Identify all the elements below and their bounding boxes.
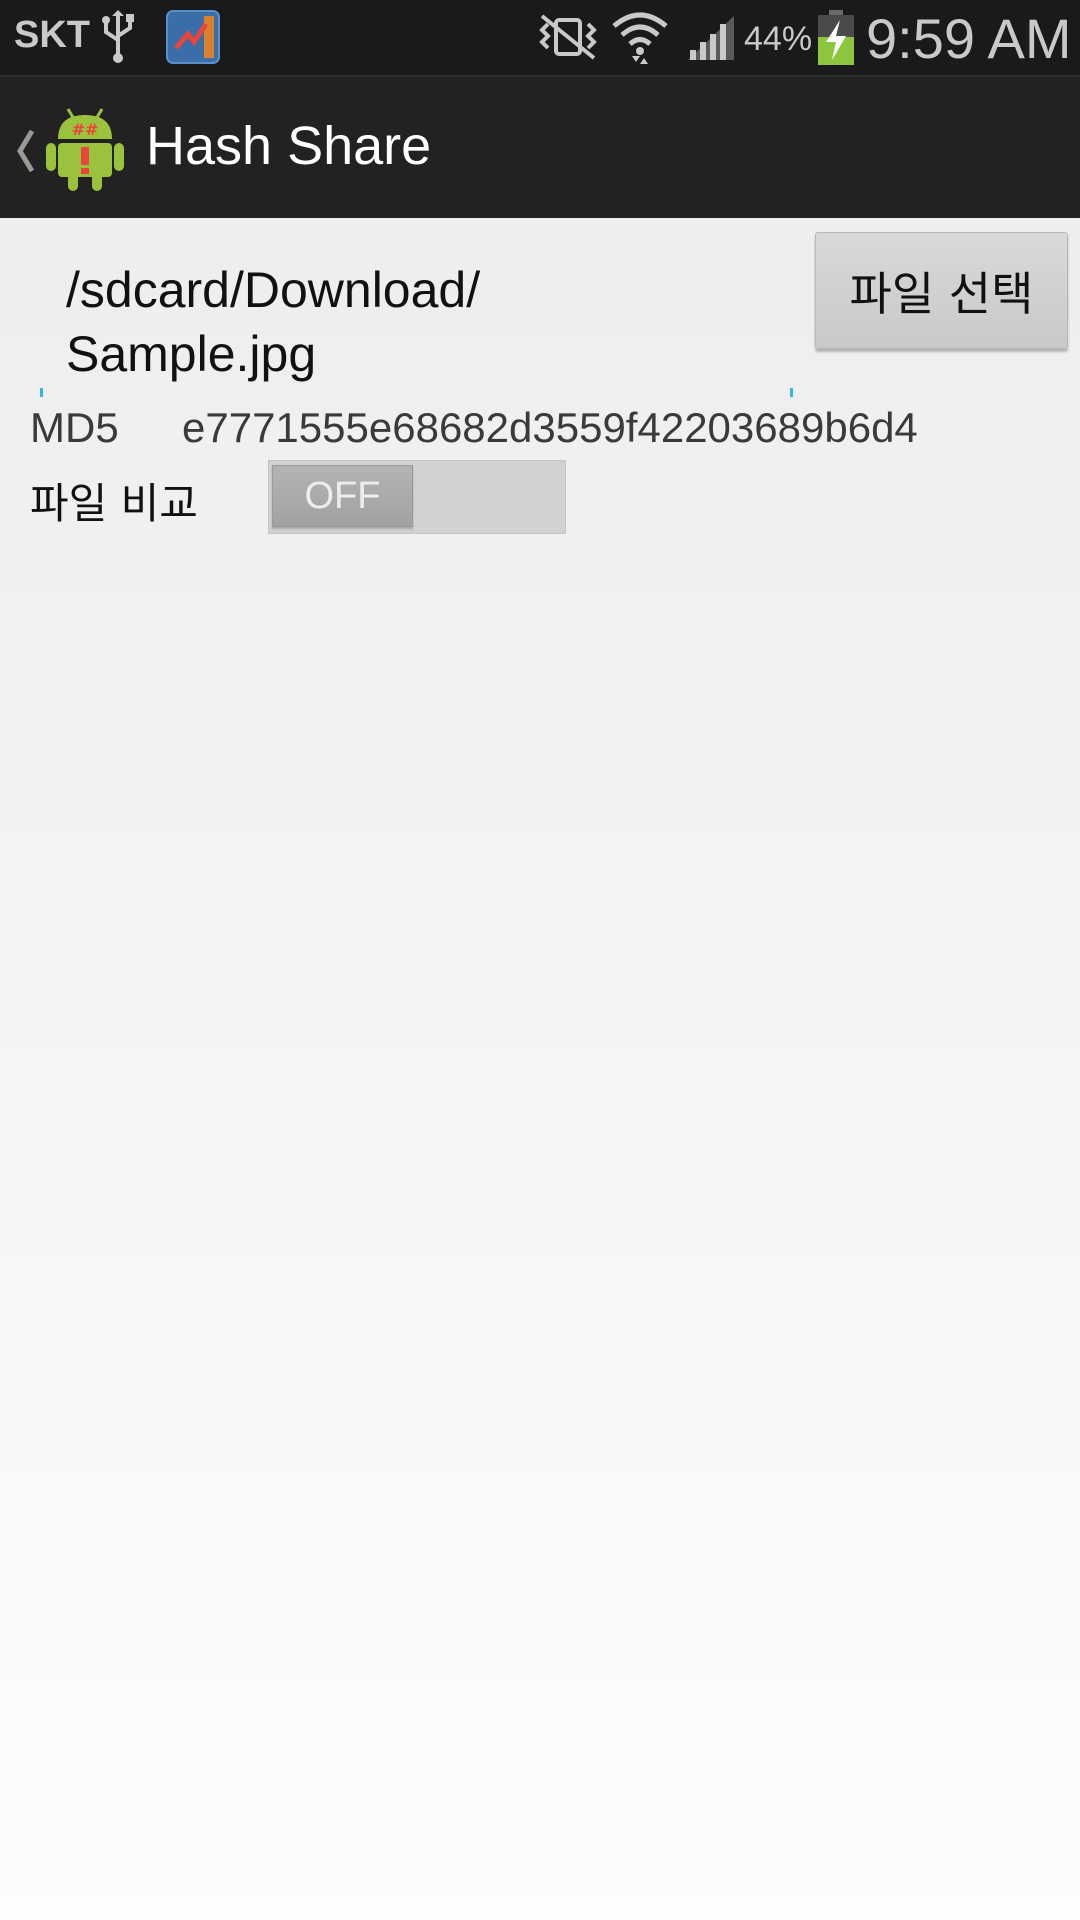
battery-percent: 44% [744,20,813,58]
chevron-left-icon[interactable] [12,125,38,181]
file-path-line-2: Sample.jpg [66,326,317,382]
file-path-line-1: /sdcard/Download/ [66,262,481,318]
battery-charging-icon [816,10,856,70]
path-field-underline-left [40,388,43,397]
app-title: Hash Share [146,116,432,176]
compare-files-label: 파일 비교 [30,479,198,528]
hash-algorithm-label: MD5 [30,404,119,451]
vibrate-icon [536,12,600,66]
compare-files-switch[interactable]: OFF [268,460,566,534]
hash-value: e7771555e68682d3559f42203689b6d4 [182,404,918,451]
android-hash-icon[interactable]: ## [44,103,126,197]
action-bar: ## Hash Share [0,75,1080,218]
svg-text:##: ## [72,120,99,139]
status-bar: SKT 44% 9:59 AM [0,0,1080,75]
wifi-icon [610,8,670,70]
signal-icon [686,14,736,66]
path-field-underline-right [790,388,793,397]
switch-thumb[interactable]: OFF [272,465,413,527]
clock: 9:59 AM [866,7,1072,70]
file-path-text: /sdcard/Download/ Sample.jpg [66,258,746,386]
app-notification-icon [166,10,220,68]
select-file-button[interactable]: 파일 선택 [815,232,1068,349]
usb-icon [100,10,136,68]
carrier-label: SKT [14,14,90,56]
